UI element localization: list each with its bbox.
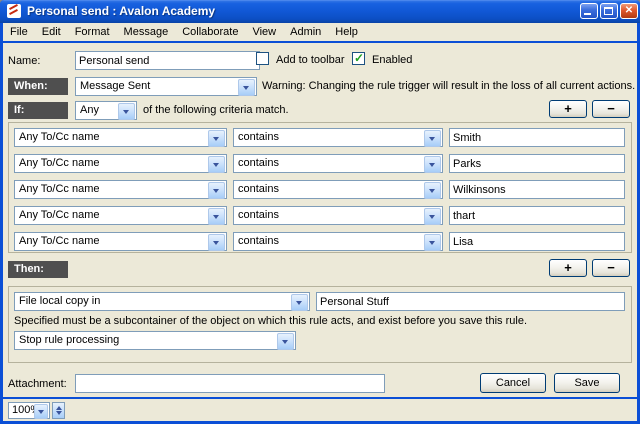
condition-value-input[interactable] (449, 206, 625, 225)
name-label: Name: (8, 55, 40, 67)
chevron-down-icon[interactable] (208, 130, 225, 147)
condition-field-dropdown[interactable]: Any To/Cc name (14, 232, 227, 251)
chevron-down-icon[interactable] (424, 208, 441, 225)
attachment-input[interactable] (75, 374, 385, 393)
add-condition-button[interactable]: + (549, 100, 587, 118)
add-to-toolbar-checkbox[interactable] (256, 52, 269, 65)
chevron-down-icon[interactable] (424, 156, 441, 173)
chevron-down-icon[interactable] (208, 182, 225, 199)
remove-action-button[interactable]: − (592, 259, 630, 277)
chevron-down-icon[interactable] (424, 234, 441, 251)
condition-field-dropdown[interactable]: Any To/Cc name (14, 180, 227, 199)
close-button[interactable]: ✕ (620, 3, 638, 19)
save-button[interactable]: Save (554, 373, 620, 393)
menu-item-admin[interactable]: Admin (283, 24, 328, 40)
menu-item-collaborate[interactable]: Collaborate (175, 24, 245, 40)
chevron-down-icon[interactable] (118, 103, 135, 120)
condition-field-dropdown[interactable]: Any To/Cc name (14, 128, 227, 147)
maximize-icon (604, 7, 613, 15)
then-section-label: Then: (8, 261, 68, 278)
trigger-dropdown[interactable]: Message Sent (75, 77, 257, 96)
spinner-up-icon[interactable] (56, 406, 62, 410)
menu-bar: File Edit Format Message Collaborate Vie… (3, 23, 637, 41)
enabled-checkbox[interactable]: ✓ (352, 52, 365, 65)
condition-field-dropdown[interactable]: Any To/Cc name (14, 206, 227, 225)
condition-operator-dropdown[interactable]: contains (233, 206, 443, 225)
action-note: Specified must be a subcontainer of the … (14, 315, 527, 327)
action-dropdown[interactable]: File local copy in (14, 292, 310, 311)
condition-value-input[interactable] (449, 154, 625, 173)
chevron-down-icon[interactable] (424, 182, 441, 199)
spinner-down-icon[interactable] (56, 411, 62, 415)
title-bar: Personal send : Avalon Academy ✕ (0, 0, 640, 23)
action-target-input[interactable] (316, 292, 625, 311)
window: Personal send : Avalon Academy ✕ File Ed… (0, 0, 640, 424)
chevron-down-icon[interactable] (208, 156, 225, 173)
condition-operator-dropdown[interactable]: contains (233, 180, 443, 199)
menu-item-format[interactable]: Format (68, 24, 117, 40)
attachment-label: Attachment: (8, 378, 67, 390)
minimize-button[interactable] (580, 3, 598, 19)
enabled-label: Enabled (372, 54, 412, 66)
condition-operator-dropdown[interactable]: contains (233, 154, 443, 173)
trigger-warning: Warning: Changing the rule trigger will … (262, 80, 635, 92)
status-bar: 100% (3, 399, 637, 421)
chevron-down-icon[interactable] (208, 208, 225, 225)
window-title: Personal send : Avalon Academy (27, 4, 215, 18)
chevron-down-icon[interactable] (34, 404, 48, 419)
criteria-match-text: of the following criteria match. (143, 104, 289, 116)
add-to-toolbar-label: Add to toolbar (276, 54, 345, 66)
app-icon (7, 4, 21, 18)
condition-value-input[interactable] (449, 232, 625, 251)
final-action-dropdown[interactable]: Stop rule processing (14, 331, 296, 350)
remove-condition-button[interactable]: − (592, 100, 630, 118)
if-section-label: If: (8, 102, 68, 119)
menu-item-message[interactable]: Message (117, 24, 176, 40)
zoom-spinner[interactable] (52, 402, 65, 419)
condition-value-input[interactable] (449, 180, 625, 199)
condition-operator-dropdown[interactable]: contains (233, 128, 443, 147)
cancel-button[interactable]: Cancel (480, 373, 546, 393)
menu-item-help[interactable]: Help (328, 24, 365, 40)
when-section-label: When: (8, 78, 68, 95)
menu-item-view[interactable]: View (245, 24, 283, 40)
condition-field-dropdown[interactable]: Any To/Cc name (14, 154, 227, 173)
menu-item-file[interactable]: File (3, 24, 35, 40)
zoom-combobox[interactable]: 100% (8, 402, 50, 419)
check-icon: ✓ (354, 51, 364, 65)
chevron-down-icon[interactable] (291, 294, 308, 311)
chevron-down-icon[interactable] (208, 234, 225, 251)
chevron-down-icon[interactable] (277, 333, 294, 350)
match-mode-dropdown[interactable]: Any (75, 101, 137, 120)
condition-value-input[interactable] (449, 128, 625, 147)
maximize-button[interactable] (600, 3, 618, 19)
close-icon: ✕ (625, 5, 633, 16)
menu-item-edit[interactable]: Edit (35, 24, 68, 40)
chevron-down-icon[interactable] (424, 130, 441, 147)
name-input[interactable] (75, 51, 260, 70)
condition-operator-dropdown[interactable]: contains (233, 232, 443, 251)
chevron-down-icon[interactable] (238, 79, 255, 96)
add-action-button[interactable]: + (549, 259, 587, 277)
minimize-icon (584, 13, 591, 15)
